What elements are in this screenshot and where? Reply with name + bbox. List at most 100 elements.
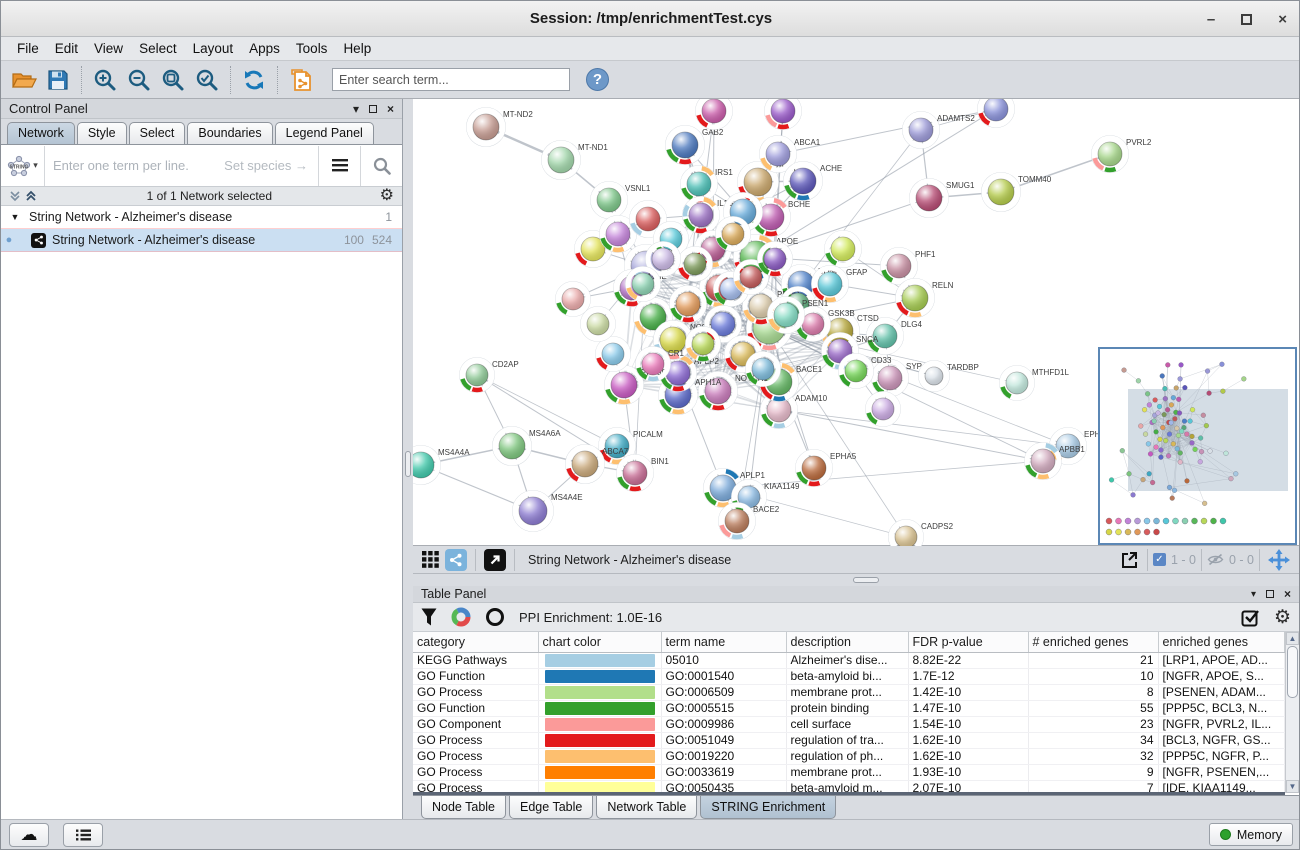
float-panel-icon[interactable] [1266, 590, 1274, 598]
zoom-out-icon[interactable] [122, 64, 156, 96]
cloud-button[interactable]: ☁ [9, 823, 49, 847]
tab-string-enrichment[interactable]: STRING Enrichment [700, 796, 836, 819]
tab-network[interactable]: Network [7, 122, 75, 144]
svg-text:CD33: CD33 [871, 356, 892, 365]
task-list-button[interactable] [63, 823, 103, 847]
zoom-selected-icon[interactable] [190, 64, 224, 96]
menu-view[interactable]: View [86, 38, 131, 59]
enrichment-table[interactable]: categorychart colorterm namedescriptionF… [413, 632, 1285, 793]
svg-text:MS4A4E: MS4A4E [551, 493, 583, 502]
collapse-arrow-icon[interactable]: ▼ [1, 212, 29, 222]
tab-boundaries[interactable]: Boundaries [187, 122, 272, 144]
tab-legend-panel[interactable]: Legend Panel [275, 122, 374, 144]
navigator-icon[interactable] [1268, 549, 1290, 571]
menu-select[interactable]: Select [131, 38, 185, 59]
memory-label: Memory [1237, 828, 1282, 842]
table-row[interactable]: GO ProcessGO:0006509membrane prot...1.42… [413, 684, 1285, 700]
open-session-button[interactable] [7, 64, 41, 96]
filter-icon[interactable] [421, 608, 437, 626]
grid-view-icon[interactable] [422, 549, 439, 571]
chart-color-swatch [545, 734, 655, 747]
memory-button[interactable]: Memory [1209, 823, 1293, 846]
string-query-placeholder[interactable]: Enter one term per line. [45, 158, 224, 173]
column-header[interactable]: description [786, 632, 908, 652]
menu-help[interactable]: Help [335, 38, 379, 59]
table-row[interactable]: GO ComponentGO:0009986cell surface1.54E-… [413, 716, 1285, 732]
collection-label: String Network - Alzheimer's disease [29, 210, 377, 224]
float-panel-icon[interactable] [369, 105, 377, 113]
expand-collapse-icons[interactable] [9, 190, 39, 202]
panel-menu-icon[interactable]: ▾ [353, 102, 359, 116]
string-options-button[interactable] [318, 146, 360, 186]
zoom-fit-icon[interactable] [156, 64, 190, 96]
svg-text:PICALM: PICALM [633, 430, 663, 439]
close-panel-icon[interactable]: × [387, 102, 394, 116]
menu-apps[interactable]: Apps [241, 38, 288, 59]
network-from-file-icon[interactable] [284, 64, 318, 96]
string-search-button[interactable] [360, 146, 402, 186]
column-header[interactable]: term name [661, 632, 786, 652]
table-row[interactable]: GO FunctionGO:0005515protein binding1.47… [413, 700, 1285, 716]
horizontal-splitter[interactable] [413, 574, 1299, 586]
ppi-enrichment-label: PPI Enrichment: 1.0E-16 [519, 610, 662, 625]
selected-nodes-edges: ✓ 1 - 0 [1153, 553, 1196, 567]
birds-eye-view[interactable] [1098, 347, 1297, 545]
open-in-window-icon[interactable] [484, 549, 506, 571]
network-row[interactable]: ●String Network - Alzheimer's disease100… [1, 229, 402, 252]
scroll-up-icon[interactable]: ▲ [1286, 632, 1299, 645]
pie-chart-icon[interactable] [451, 607, 471, 627]
scroll-down-icon[interactable]: ▼ [1286, 780, 1299, 793]
chart-color-swatch [545, 702, 655, 715]
column-header[interactable]: category [413, 632, 538, 652]
string-datasource-selector[interactable]: STRING ▾ [1, 146, 45, 186]
zoom-in-icon[interactable] [88, 64, 122, 96]
table-row[interactable]: GO ProcessGO:0051049regulation of tra...… [413, 732, 1285, 748]
export-network-icon[interactable] [1119, 549, 1139, 571]
vertical-splitter[interactable] [403, 99, 413, 819]
network-share-icon[interactable] [445, 549, 467, 571]
tab-select[interactable]: Select [129, 122, 186, 144]
close-button[interactable]: × [1278, 12, 1287, 27]
menu-file[interactable]: File [9, 38, 47, 59]
refresh-icon[interactable] [237, 64, 271, 96]
control-panel: Control Panel ▾ × NetworkStyleSelectBoun… [1, 99, 403, 819]
table-row[interactable]: GO ProcessGO:0019220regulation of ph...1… [413, 748, 1285, 764]
list-icon [76, 829, 91, 841]
collection-row[interactable]: ▼String Network - Alzheimer's disease1 [1, 206, 402, 229]
close-panel-icon[interactable]: × [1284, 587, 1291, 601]
gear-icon[interactable]: ⚙ [1274, 608, 1291, 627]
splitter-handle[interactable] [853, 577, 879, 583]
svg-text:TARDBP: TARDBP [947, 363, 979, 372]
help-icon[interactable]: ? [586, 68, 609, 91]
tab-network-table[interactable]: Network Table [596, 796, 697, 819]
search-input[interactable] [332, 68, 570, 91]
ring-chart-icon[interactable] [485, 607, 505, 627]
column-header[interactable]: FDR p-value [908, 632, 1028, 652]
scroll-thumb[interactable] [1287, 646, 1298, 698]
menu-layout[interactable]: Layout [185, 38, 242, 59]
tab-edge-table[interactable]: Edge Table [509, 796, 593, 819]
set-species-hint[interactable]: Set species → [224, 158, 318, 173]
svg-text:EPHA5: EPHA5 [830, 452, 857, 461]
column-header[interactable]: enriched genes [1158, 632, 1285, 652]
save-session-button[interactable] [41, 64, 75, 96]
gear-icon[interactable]: ⚙ [380, 188, 394, 204]
column-header[interactable]: chart color [538, 632, 661, 652]
svg-text:APBB1: APBB1 [1059, 445, 1085, 454]
table-scrollbar[interactable]: ▲ ▼ [1285, 632, 1299, 793]
table-row[interactable]: GO ProcessGO:0033619membrane prot...1.93… [413, 764, 1285, 780]
tab-node-table[interactable]: Node Table [421, 796, 506, 819]
table-row[interactable]: KEGG Pathways05010Alzheimer's dise...8.8… [413, 652, 1285, 668]
maximize-button[interactable] [1241, 14, 1252, 25]
splitter-handle[interactable] [405, 451, 411, 477]
tab-style[interactable]: Style [77, 122, 127, 144]
menu-tools[interactable]: Tools [288, 38, 336, 59]
menu-edit[interactable]: Edit [47, 38, 86, 59]
column-header[interactable]: # enriched genes [1028, 632, 1158, 652]
minimize-button[interactable]: – [1207, 12, 1215, 27]
network-canvas[interactable]: MT-ND2MT-ND1VSNL1GAB2IRS1CHATABCA1ACHEBC… [413, 99, 1299, 546]
panel-menu-icon[interactable]: ▾ [1251, 589, 1256, 600]
select-all-icon[interactable] [1241, 608, 1260, 627]
svg-text:STRING: STRING [10, 164, 29, 170]
table-row[interactable]: GO FunctionGO:0001540beta-amyloid bi...1… [413, 668, 1285, 684]
